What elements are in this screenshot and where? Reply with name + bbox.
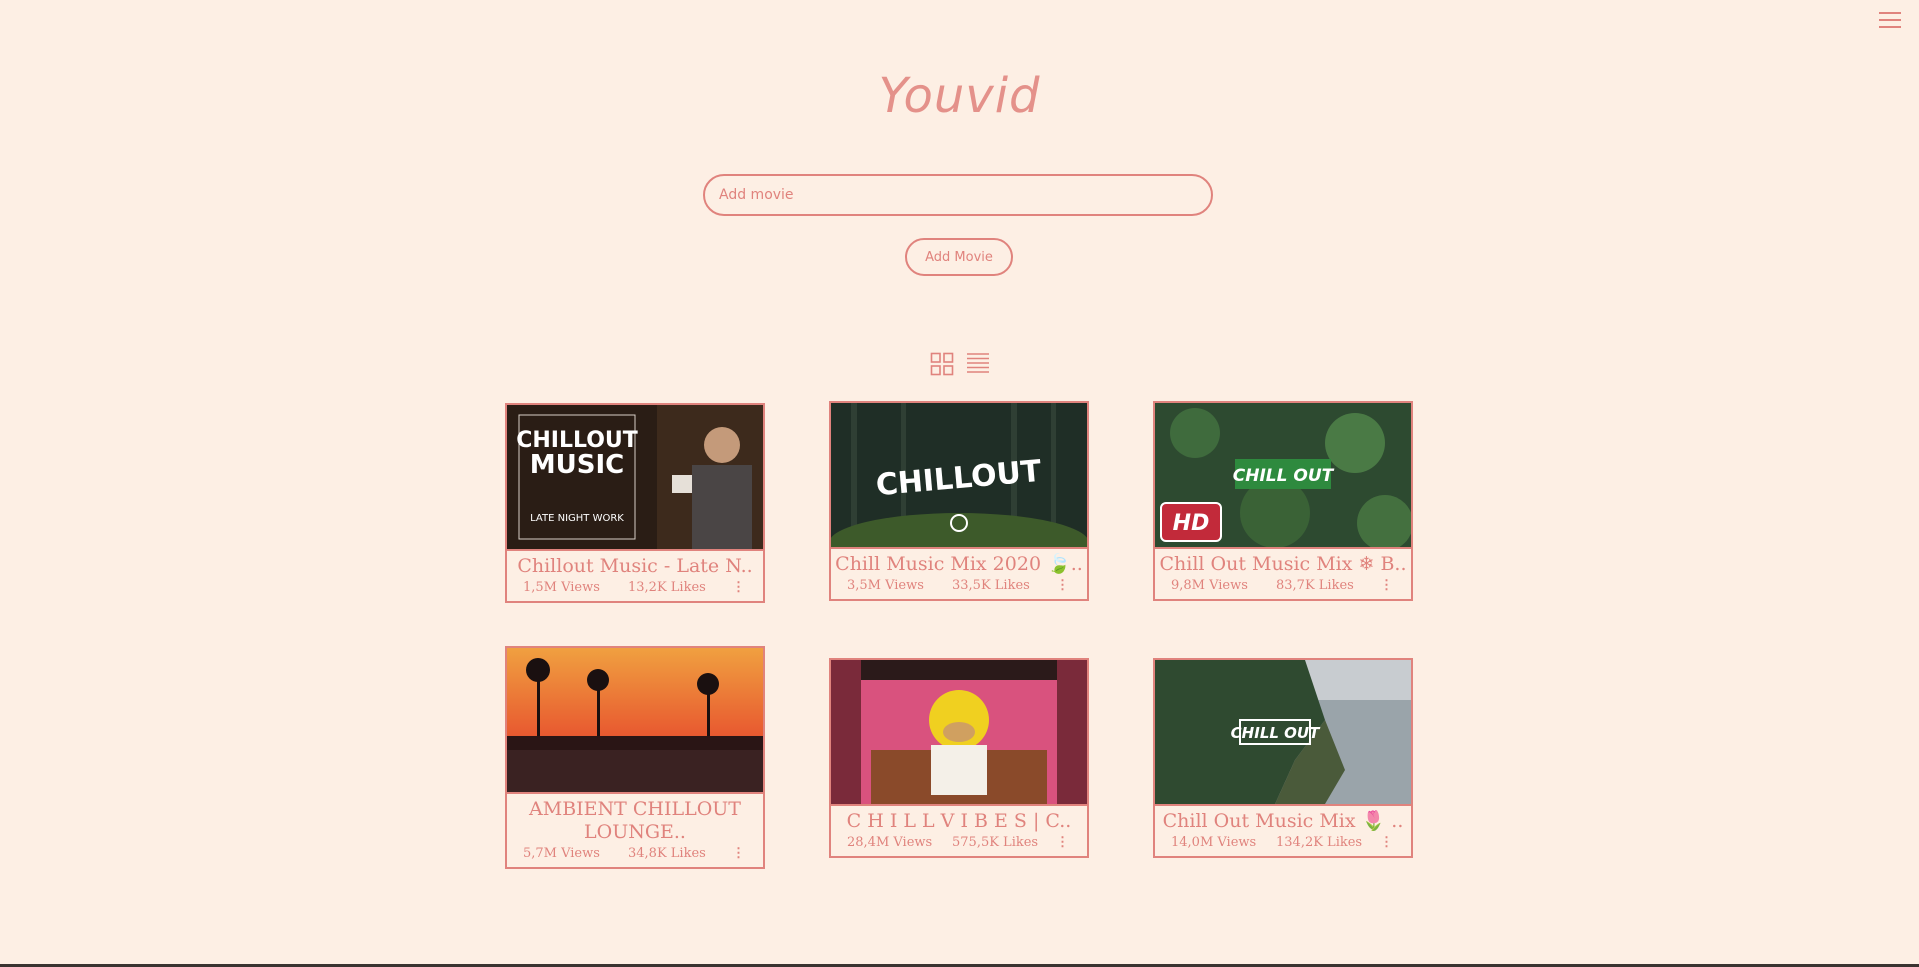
like-count: 575,5K Likes: [952, 835, 1039, 850]
more-vertical-icon[interactable]: ⋮: [732, 581, 745, 594]
view-count: 9,8M Views: [1171, 578, 1248, 593]
like-count: 134,2K Likes: [1276, 835, 1363, 850]
video-thumbnail[interactable]: [507, 648, 763, 794]
list-view-icon[interactable]: [966, 352, 990, 376]
video-card[interactable]: AMBIENT CHILLOUT LOUNGE.. 5,7M Views 34,…: [505, 646, 765, 869]
video-card[interactable]: CHILL OUT Chill Out Music Mix 🌷 .. 14,0M…: [1153, 658, 1413, 858]
video-title[interactable]: Chill Out Music Mix 🌷 ..: [1155, 806, 1411, 833]
like-count: 13,2K Likes: [628, 580, 706, 595]
svg-text:LATE NIGHT WORK: LATE NIGHT WORK: [530, 513, 624, 524]
video-thumbnail[interactable]: CHILL OUT HD: [1155, 403, 1411, 549]
view-count: 1,5M Views: [523, 580, 600, 595]
video-title[interactable]: AMBIENT CHILLOUT LOUNGE..: [507, 794, 763, 844]
view-count: 28,4M Views: [847, 835, 933, 850]
more-vertical-icon[interactable]: ⋮: [1380, 579, 1393, 592]
video-title[interactable]: Chill Music Mix 2020 🍃..: [831, 549, 1087, 576]
video-card[interactable]: CHILLOUT Chill Music Mix 2020 🍃.. 3,5M V…: [829, 401, 1089, 601]
like-count: 34,8K Likes: [628, 846, 706, 861]
hamburger-icon[interactable]: [1879, 12, 1901, 28]
view-count: 3,5M Views: [847, 578, 924, 593]
more-vertical-icon[interactable]: ⋮: [1056, 579, 1069, 592]
video-thumbnail[interactable]: [831, 660, 1087, 806]
video-card[interactable]: CHILLOUT MUSIC LATE NIGHT WORK Chillout …: [505, 403, 765, 603]
like-count: 33,5K Likes: [952, 578, 1030, 593]
video-title[interactable]: C H I L L V I B E S | C..: [831, 806, 1087, 833]
svg-text:MUSIC: MUSIC: [530, 450, 624, 480]
svg-text:CHILL OUT: CHILL OUT: [1233, 466, 1335, 486]
video-card[interactable]: CHILL OUT HD Chill Out Music Mix ❄ B.. 9…: [1153, 401, 1413, 601]
view-count: 14,0M Views: [1171, 835, 1257, 850]
more-vertical-icon[interactable]: ⋮: [1056, 836, 1069, 849]
video-thumbnail[interactable]: CHILLOUT: [831, 403, 1087, 549]
add-movie-input[interactable]: [703, 174, 1213, 216]
app-title: Youvid: [878, 68, 1041, 124]
more-vertical-icon[interactable]: ⋮: [732, 847, 745, 860]
more-vertical-icon[interactable]: ⋮: [1380, 836, 1393, 849]
video-title[interactable]: Chillout Music - Late N..: [507, 551, 763, 578]
video-title[interactable]: Chill Out Music Mix ❄ B..: [1155, 549, 1411, 576]
video-thumbnail[interactable]: CHILLOUT MUSIC LATE NIGHT WORK: [507, 405, 763, 551]
grid-view-icon[interactable]: [930, 352, 954, 376]
add-movie-button[interactable]: Add Movie: [905, 238, 1013, 276]
like-count: 83,7K Likes: [1276, 578, 1354, 593]
view-count: 5,7M Views: [523, 846, 600, 861]
video-thumbnail[interactable]: CHILL OUT: [1155, 660, 1411, 806]
video-card[interactable]: C H I L L V I B E S | C.. 28,4M Views 57…: [829, 658, 1089, 858]
svg-text:HD: HD: [1173, 511, 1210, 536]
svg-text:CHILL OUT: CHILL OUT: [1231, 724, 1321, 742]
